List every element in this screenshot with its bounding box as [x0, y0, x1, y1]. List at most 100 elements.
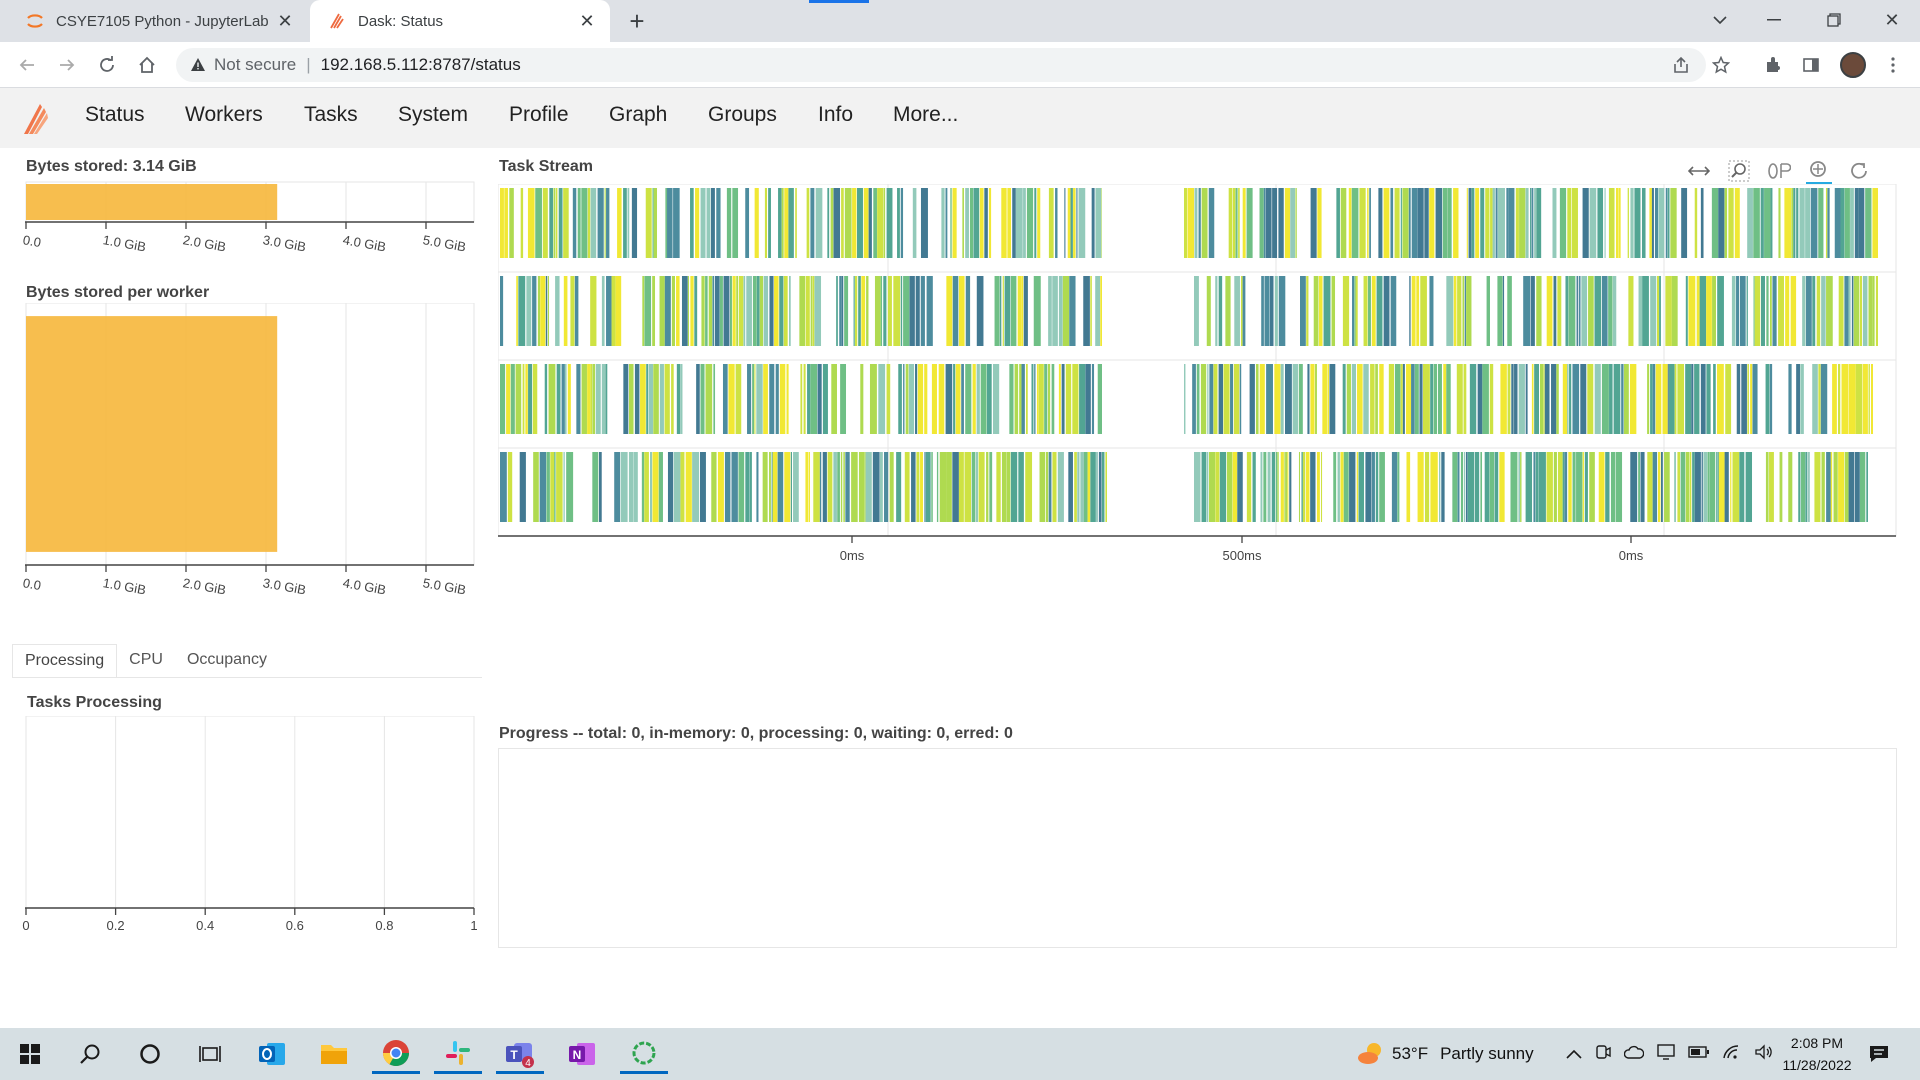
- cortana-icon[interactable]: [126, 1034, 174, 1074]
- task-stream-chart[interactable]: 0ms 500ms 0ms: [498, 184, 1898, 564]
- weather-widget[interactable]: 53°F Partly sunny: [1356, 1028, 1534, 1080]
- reset-icon[interactable]: [1846, 158, 1872, 184]
- kebab-menu-icon[interactable]: [1878, 50, 1908, 80]
- pan-tool-icon[interactable]: [1686, 158, 1712, 184]
- task-bar: [1770, 188, 1773, 258]
- task-bar: [1689, 452, 1692, 522]
- task-bar: [1083, 276, 1090, 346]
- task-bar: [1346, 364, 1351, 434]
- task-bar: [1609, 364, 1613, 434]
- chrome-icon[interactable]: [372, 1034, 420, 1074]
- wifi-icon[interactable]: [1722, 1044, 1742, 1065]
- nav-info[interactable]: Info: [818, 88, 853, 148]
- nav-workers[interactable]: Workers: [185, 88, 263, 148]
- task-bar: [1651, 188, 1654, 258]
- jupyter-app-icon[interactable]: [620, 1034, 668, 1074]
- bookmark-star-icon[interactable]: [1706, 50, 1736, 80]
- tab-dask-status[interactable]: Dask: Status ✕: [310, 0, 610, 42]
- profile-avatar[interactable]: [1838, 50, 1868, 80]
- task-bar: [779, 276, 784, 346]
- nav-status[interactable]: Status: [85, 88, 145, 148]
- share-icon[interactable]: [1666, 50, 1696, 80]
- onedrive-icon[interactable]: [1623, 1044, 1645, 1064]
- nav-graph[interactable]: Graph: [609, 88, 667, 148]
- wheel-zoom-active-icon[interactable]: [1806, 158, 1832, 184]
- meet-now-icon[interactable]: [1594, 1043, 1612, 1066]
- close-window-button[interactable]: ✕: [1864, 0, 1920, 40]
- battery-icon[interactable]: [1688, 1044, 1710, 1064]
- new-tab-button[interactable]: +: [622, 6, 652, 36]
- task-bar: [634, 364, 640, 434]
- task-bar: [1070, 188, 1073, 258]
- nav-more[interactable]: More...: [893, 88, 958, 148]
- teams-icon[interactable]: T4: [496, 1034, 544, 1074]
- reload-icon[interactable]: [92, 50, 122, 80]
- forward-icon[interactable]: [52, 50, 82, 80]
- tab-search-icon[interactable]: [1692, 0, 1748, 40]
- home-icon[interactable]: [132, 50, 162, 80]
- wheel-zoom-icon[interactable]: [1766, 158, 1792, 184]
- task-bar: [863, 188, 869, 258]
- windows-start-icon[interactable]: [6, 1034, 54, 1074]
- slack-icon[interactable]: [434, 1034, 482, 1074]
- task-bar: [878, 364, 886, 434]
- task-bar: [1810, 188, 1818, 258]
- task-bar: [1394, 364, 1401, 434]
- display-icon[interactable]: [1656, 1043, 1676, 1066]
- tasks-processing-chart[interactable]: 0 0.2 0.4 0.6 0.8 1: [0, 716, 480, 936]
- dask-logo-icon[interactable]: [18, 98, 52, 138]
- warning-icon[interactable]: [190, 57, 206, 73]
- task-bar: [1785, 276, 1790, 346]
- notifications-icon[interactable]: [1855, 1034, 1903, 1074]
- task-bar: [1658, 188, 1665, 258]
- show-hidden-icons-icon[interactable]: [1566, 1044, 1582, 1064]
- nav-groups[interactable]: Groups: [708, 88, 777, 148]
- task-bar: [519, 452, 526, 522]
- task-bar: [1486, 276, 1490, 346]
- file-explorer-icon[interactable]: [310, 1034, 358, 1074]
- task-bar: [1051, 364, 1055, 434]
- task-bar: [1875, 276, 1878, 346]
- address-bar[interactable]: Not secure | 192.168.5.112:8787/status: [176, 48, 1706, 82]
- task-bar: [581, 188, 588, 258]
- progress-plot-area[interactable]: [498, 748, 1897, 948]
- task-bar: [1031, 364, 1034, 434]
- side-panel-icon[interactable]: [1796, 50, 1826, 80]
- task-bar: [815, 188, 823, 258]
- tab-processing[interactable]: Processing: [12, 644, 118, 678]
- task-bar: [1052, 452, 1057, 522]
- nav-tasks[interactable]: Tasks: [304, 88, 358, 148]
- task-bar: [735, 364, 742, 434]
- task-bar: [1808, 452, 1810, 522]
- extensions-icon[interactable]: [1758, 50, 1788, 80]
- task-bar: [1699, 276, 1707, 346]
- task-bar: [659, 364, 664, 434]
- task-bar: [1553, 276, 1557, 346]
- restore-button[interactable]: [1806, 0, 1862, 40]
- back-icon[interactable]: [12, 50, 42, 80]
- tab-jupyterlab[interactable]: CSYE7105 Python - JupyterLab ✕: [8, 0, 308, 42]
- bytes-stored-chart[interactable]: 0.0 1.0 GiB 2.0 GiB 3.0 GiB 4.0 GiB 5.0 GiB: [0, 178, 480, 268]
- nav-system[interactable]: System: [398, 88, 468, 148]
- nav-profile[interactable]: Profile: [509, 88, 569, 148]
- task-bar: [1021, 364, 1025, 434]
- tab-cpu[interactable]: CPU: [117, 644, 175, 678]
- task-bar: [708, 276, 713, 346]
- task-bar: [1694, 364, 1700, 434]
- box-zoom-icon[interactable]: [1726, 158, 1752, 184]
- task-bar: [1872, 276, 1875, 346]
- task-bar: [869, 364, 877, 434]
- search-icon[interactable]: [66, 1034, 114, 1074]
- close-tab-icon[interactable]: ✕: [574, 8, 600, 34]
- x-tick-label: 0.0: [22, 232, 42, 250]
- bytes-per-worker-chart[interactable]: 0.0 1.0 GiB 2.0 GiB 3.0 GiB 4.0 GiB 5.0 GiB: [0, 303, 480, 633]
- task-view-icon[interactable]: [186, 1034, 234, 1074]
- x-tick-label: 0ms: [840, 548, 865, 563]
- minimize-button[interactable]: [1746, 0, 1802, 40]
- onenote-icon[interactable]: N: [558, 1034, 606, 1074]
- outlook-icon[interactable]: [248, 1034, 296, 1074]
- task-bar: [833, 188, 841, 258]
- tab-occupancy[interactable]: Occupancy: [175, 644, 279, 678]
- task-bar: [623, 364, 629, 434]
- close-tab-icon[interactable]: ✕: [272, 8, 298, 34]
